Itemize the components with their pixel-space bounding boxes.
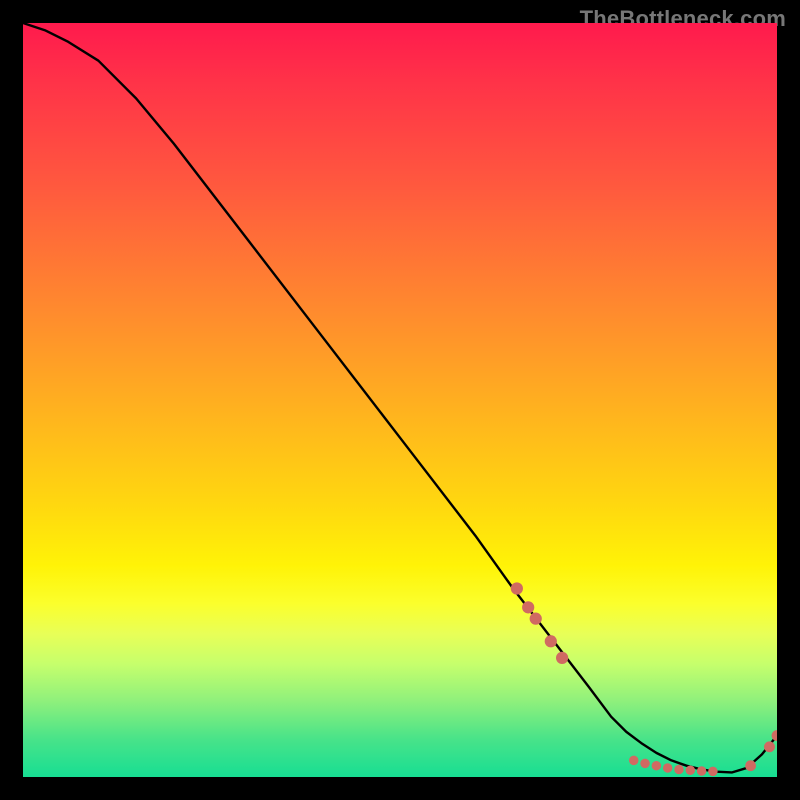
curve-point	[663, 763, 673, 773]
chart-frame: TheBottleneck.com	[0, 0, 800, 800]
curve-point	[745, 760, 756, 771]
curve-point	[652, 761, 662, 771]
curve-point	[708, 767, 718, 777]
curve-point	[697, 766, 707, 776]
curve-point	[545, 635, 557, 647]
curve-point	[511, 582, 523, 594]
chart-svg	[23, 23, 777, 777]
curve-point	[522, 601, 534, 613]
bottleneck-curve	[23, 23, 777, 772]
curve-point	[556, 652, 568, 664]
curve-point	[629, 756, 639, 766]
curve-layer	[23, 23, 777, 772]
curve-point	[772, 730, 777, 741]
curve-point	[686, 765, 696, 775]
curve-point	[764, 741, 775, 752]
plot-area	[23, 23, 777, 777]
curve-point	[640, 759, 650, 769]
curve-point	[674, 765, 684, 775]
curve-point	[530, 613, 542, 625]
points-layer	[511, 582, 777, 776]
